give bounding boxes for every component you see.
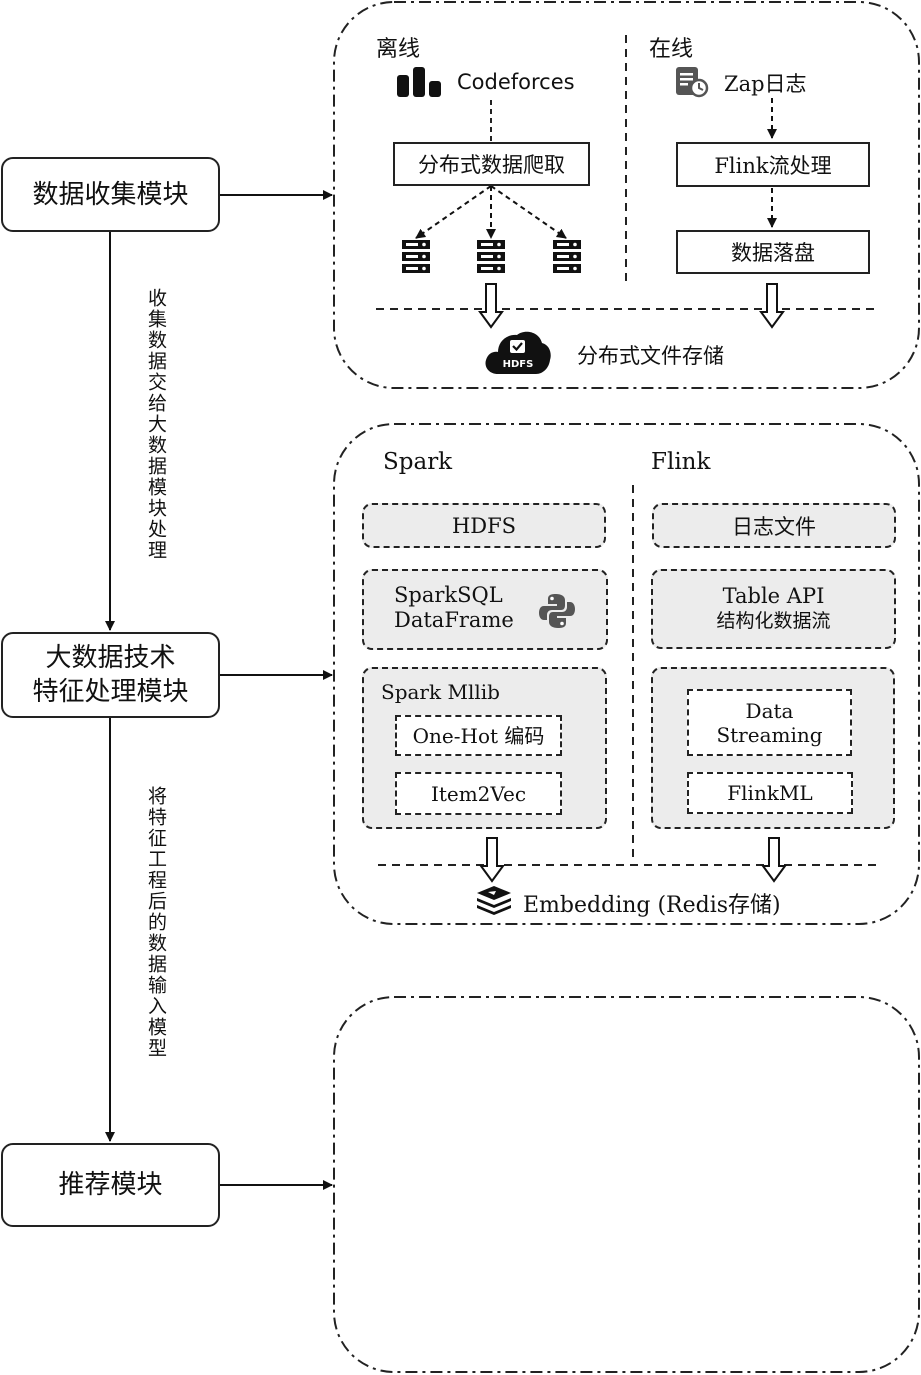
server-icon <box>402 240 430 273</box>
python-icon <box>539 594 575 628</box>
table-api-box: Table API 结构化数据流 <box>651 569 896 649</box>
persist-label: 数据落盘 <box>731 241 815 265</box>
data-collection-module: 数据收集模块 <box>1 157 220 232</box>
streaming-label: Streaming <box>716 722 823 747</box>
flink-title: Flink <box>651 449 711 475</box>
persist-box: 数据落盘 <box>676 230 870 274</box>
hdfs-box: HDFS <box>362 503 606 548</box>
embedding-label: Embedding (Redis存储) <box>523 893 781 918</box>
flink-stream-label: Flink流处理 <box>714 153 832 178</box>
sparksql-label: SparkSQL <box>394 583 503 607</box>
spark-title: Spark <box>383 449 453 475</box>
item2vec-box: Item2Vec <box>395 772 562 815</box>
data-collection-label: 数据收集模块 <box>32 179 189 210</box>
item2vec-label: Item2Vec <box>430 781 527 806</box>
structured-label: 结构化数据流 <box>716 610 831 632</box>
storage-label: 分布式文件存储 <box>577 344 724 368</box>
bar-chart-icon <box>397 67 441 97</box>
bigdata-label-line2: 特征处理模块 <box>32 677 189 707</box>
recommend-panel <box>333 996 920 1373</box>
flinkml-label: FlinkML <box>727 781 813 805</box>
flink-stream-box: Flink流处理 <box>676 142 870 187</box>
hdfs-cloud-icon: HDFS <box>485 331 551 374</box>
log-file-label: 日志文件 <box>732 514 816 539</box>
recommend-label: 推荐模块 <box>58 1170 163 1200</box>
recommend-module: 推荐模块 <box>1 1143 220 1227</box>
table-api-label: Table API <box>722 584 825 608</box>
data-label: Data <box>745 698 794 723</box>
edge-label-model: 将特征工程后的数据输入模型 <box>145 786 167 1059</box>
log-file-icon <box>676 67 709 98</box>
bigdata-label-line1: 大数据技术 <box>45 643 176 673</box>
bigdata-feature-module: 大数据技术 特征处理模块 <box>1 632 220 718</box>
crawler-label: 分布式数据爬取 <box>418 153 565 177</box>
flinkml-box: FlinkML <box>687 772 853 814</box>
data-streaming-box: Data Streaming <box>687 689 852 756</box>
distributed-crawler-box: 分布式数据爬取 <box>393 142 590 186</box>
offline-title: 离线 <box>376 37 421 62</box>
sparksql-box: SparkSQL DataFrame <box>362 569 608 650</box>
onehot-box: One-Hot 编码 <box>395 715 562 756</box>
mllib-label: Spark Mllib <box>381 680 500 704</box>
online-title: 在线 <box>649 37 694 62</box>
hdfs-badge-text: HDFS <box>503 359 534 370</box>
zap-log-label: Zap日志 <box>724 72 807 96</box>
codeforces-label: Codeforces <box>457 70 575 94</box>
onehot-label: One-Hot 编码 <box>412 723 545 748</box>
log-file-box: 日志文件 <box>652 503 896 548</box>
redis-stack-icon <box>477 886 511 915</box>
edge-label-collect: 收集数据交给大数据模块处理 <box>145 288 167 561</box>
server-icon <box>477 240 505 273</box>
dataframe-label: DataFrame <box>394 608 514 632</box>
server-icon <box>553 240 581 273</box>
hdfs-label: HDFS <box>451 513 517 538</box>
